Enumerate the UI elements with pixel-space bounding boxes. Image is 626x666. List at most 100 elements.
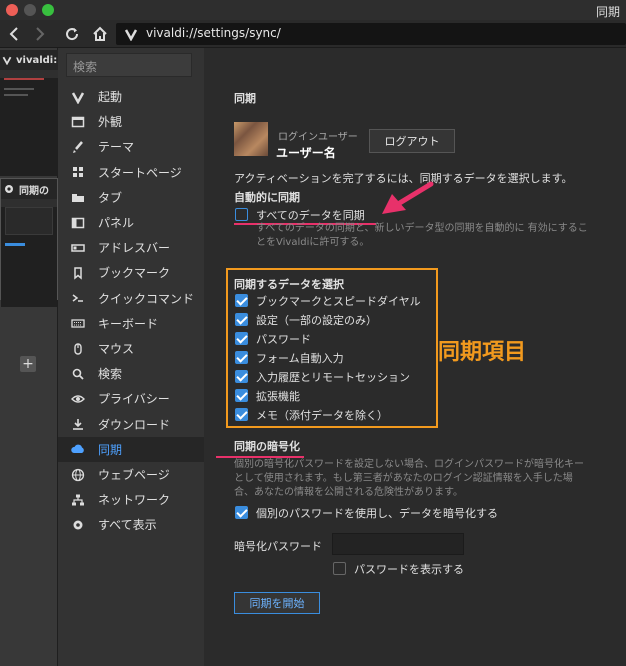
sidebar-item[interactable]: パネル bbox=[58, 210, 204, 235]
sidebar-item[interactable]: プライバシー bbox=[58, 386, 204, 411]
avatar bbox=[234, 122, 268, 156]
search-icon bbox=[58, 367, 98, 381]
sidebar-item-label: 外観 bbox=[98, 115, 123, 130]
sidebar-item[interactable]: スタートページ bbox=[58, 160, 204, 185]
sidebar-item[interactable]: 外観 bbox=[58, 109, 204, 134]
forward-button[interactable] bbox=[30, 24, 50, 44]
username: ユーザー名 bbox=[276, 146, 336, 160]
zoom-window-button[interactable] bbox=[42, 4, 54, 16]
sidebar-item[interactable]: 検索 bbox=[58, 361, 204, 386]
tab-icon bbox=[58, 190, 98, 204]
sidebar-item-label: キーボード bbox=[98, 316, 159, 331]
sidebar-item-label: 検索 bbox=[98, 367, 123, 382]
close-window-button[interactable] bbox=[6, 4, 18, 16]
show-password-label: パスワードを表示する bbox=[354, 563, 464, 576]
quick-command-icon bbox=[58, 291, 98, 305]
sidebar-item-label: パネル bbox=[98, 216, 135, 230]
page-title: 同期 bbox=[234, 92, 256, 105]
window-icon bbox=[58, 115, 98, 129]
sidebar-item[interactable]: テーマ bbox=[58, 134, 204, 159]
sidebar-item[interactable]: ネットワーク bbox=[58, 487, 204, 512]
sync-all-checkbox[interactable] bbox=[235, 208, 248, 221]
logout-button[interactable]: ログアウト bbox=[369, 129, 455, 153]
sidebar-item[interactable]: タブ bbox=[58, 185, 204, 210]
bookmark-icon bbox=[58, 266, 98, 280]
sidebar-item[interactable]: ブックマーク bbox=[58, 260, 204, 285]
sidebar-item-label: すべて表示 bbox=[98, 518, 157, 533]
tab-thumbnail bbox=[0, 78, 58, 176]
tab-header: vivaldi: bbox=[0, 50, 58, 70]
keyboard-icon bbox=[58, 316, 98, 330]
sidebar-item[interactable]: ダウンロード bbox=[58, 412, 204, 437]
sidebar-item-label: ネットワーク bbox=[98, 493, 171, 508]
vivaldi-icon bbox=[58, 90, 98, 104]
tab-sync[interactable]: 同期の bbox=[0, 178, 58, 307]
sidebar-item-label: アドレスバー bbox=[98, 241, 171, 256]
sidebar-item[interactable]: 起動 bbox=[58, 84, 204, 109]
cloud-icon bbox=[58, 442, 98, 456]
sidebar-item[interactable]: ウェブページ bbox=[58, 462, 204, 487]
auto-sync-heading: 自動的に同期 bbox=[234, 191, 300, 204]
sidebar-item-label: ブックマーク bbox=[98, 266, 171, 281]
sidebar-item[interactable]: マウス bbox=[58, 336, 204, 361]
brush-icon bbox=[58, 140, 98, 154]
reload-icon bbox=[66, 28, 79, 41]
settings-search-input[interactable]: 検索 bbox=[66, 53, 192, 77]
address-url: vivaldi://settings/sync/ bbox=[146, 26, 281, 40]
encryption-password-input[interactable] bbox=[332, 533, 464, 555]
reload-button[interactable] bbox=[62, 24, 82, 44]
sidebar-item-label: タブ bbox=[98, 190, 123, 205]
minimize-window-button[interactable] bbox=[24, 4, 36, 16]
annotation-arrow-icon bbox=[382, 181, 434, 214]
tab-thumbnail bbox=[1, 207, 57, 307]
sidebar-item[interactable]: アドレスバー bbox=[58, 235, 204, 260]
sidebar-item-label: クイックコマンド bbox=[98, 291, 195, 306]
use-separate-password-label: 個別のパスワードを使用し、データを暗号化する bbox=[256, 507, 498, 520]
sync-all-label: すべてのデータを同期 bbox=[256, 209, 365, 222]
sync-all-description: すべてのデータの同期と、新しいデータ型の同期を自動的に 有効にすることをViva… bbox=[256, 223, 588, 248]
sidebar-item-label: テーマ bbox=[98, 140, 135, 155]
eye-icon bbox=[58, 392, 98, 406]
network-icon bbox=[58, 493, 98, 507]
tab-vivaldi[interactable]: vivaldi: bbox=[0, 50, 58, 176]
globe-icon bbox=[58, 468, 98, 482]
sidebar-item-label: ウェブページ bbox=[98, 468, 170, 482]
vivaldi-icon bbox=[2, 56, 12, 65]
chevron-left-icon bbox=[9, 27, 18, 41]
encryption-description: 個別の暗号化パスワードを設定しない場合、ログインパスワードが暗号化キーとして使用… bbox=[234, 459, 584, 498]
start-sync-button[interactable]: 同期を開始 bbox=[234, 592, 320, 614]
settings-sidebar: 検索 起動外観テーマスタートページ タブパネルアドレスバー ブックマーククイックコマ… bbox=[58, 48, 204, 666]
address-bar-icon bbox=[58, 241, 98, 255]
address-bar[interactable]: vivaldi://settings/sync/ bbox=[116, 23, 626, 45]
sidebar-item-label: 起動 bbox=[98, 90, 123, 104]
sidebar-item[interactable]: クイックコマンド bbox=[58, 286, 204, 311]
sidebar-item-label: 同期 bbox=[98, 442, 123, 457]
logged-in-user-label: ログインユーザー bbox=[278, 132, 358, 143]
sidebar-item[interactable]: キーボード bbox=[58, 311, 204, 336]
window-title: 同期 bbox=[595, 5, 620, 19]
sidebar-item-label: ダウンロード bbox=[98, 417, 171, 432]
sidebar-item[interactable]: すべて表示 bbox=[58, 512, 204, 537]
mouse-icon bbox=[58, 342, 98, 356]
tab-header: 同期の bbox=[1, 179, 57, 199]
use-separate-password-checkbox[interactable] bbox=[235, 506, 248, 519]
annotation-sync-items-box bbox=[226, 268, 438, 428]
back-button[interactable] bbox=[4, 24, 24, 44]
add-tab-button[interactable]: + bbox=[20, 356, 36, 372]
sidebar-item[interactable]: 同期 bbox=[58, 436, 204, 462]
vivaldi-icon bbox=[124, 29, 138, 41]
panel-icon bbox=[58, 216, 98, 230]
home-button[interactable] bbox=[90, 24, 110, 44]
sidebar-item-label: プライバシー bbox=[98, 392, 170, 407]
encryption-heading: 同期の暗号化 bbox=[234, 440, 300, 453]
show-password-checkbox[interactable] bbox=[333, 562, 346, 575]
annotation-sync-items-label: 同期項目 bbox=[438, 340, 527, 365]
home-icon bbox=[93, 26, 107, 41]
chevron-right-icon bbox=[36, 27, 45, 41]
download-icon bbox=[58, 417, 98, 431]
encryption-password-label: 暗号化パスワード bbox=[234, 540, 322, 553]
sidebar-item-label: スタートページ bbox=[98, 165, 182, 180]
gear-icon bbox=[5, 185, 13, 193]
tab-panel: vivaldi: 同期の + bbox=[0, 48, 58, 666]
grid-icon bbox=[58, 165, 98, 179]
